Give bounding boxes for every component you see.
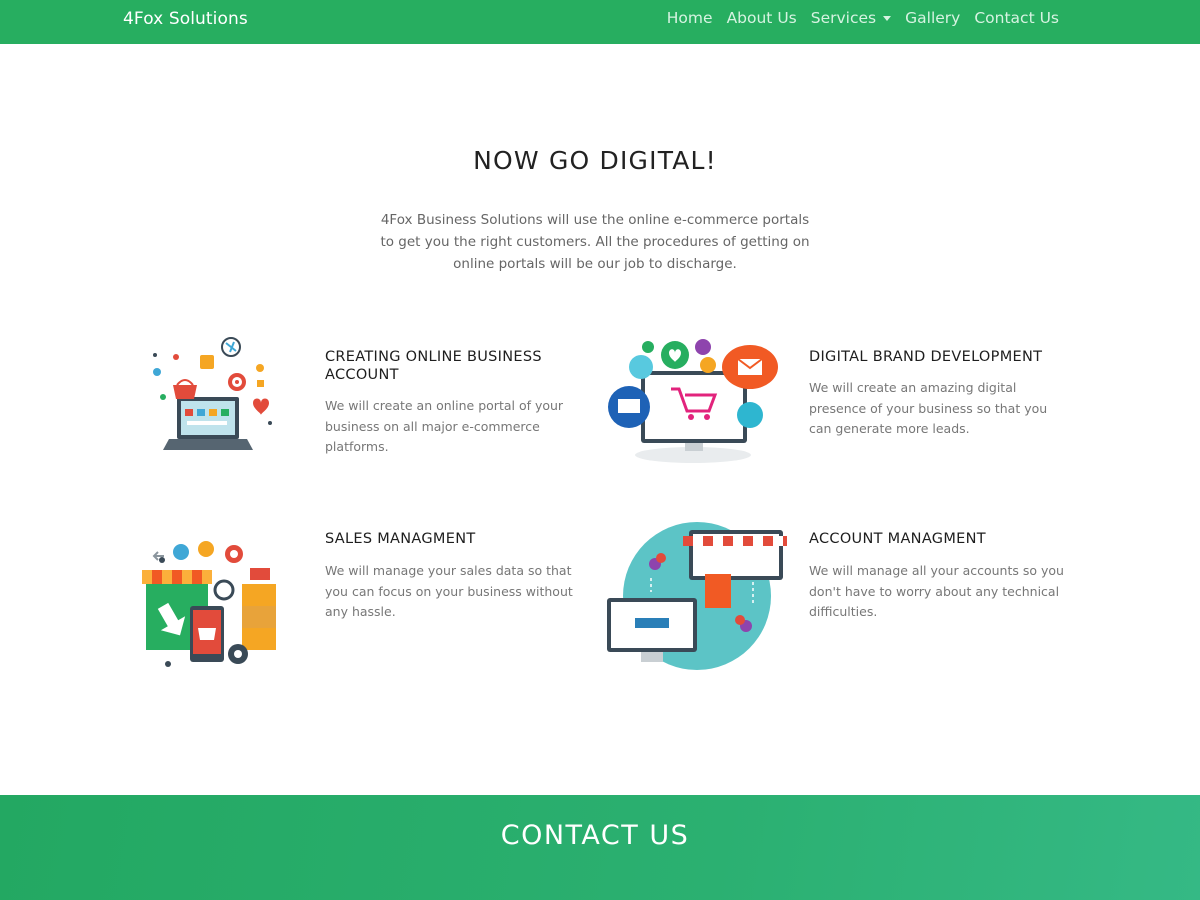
nav-link-home[interactable]: Home <box>667 9 713 27</box>
feature-description: We will manage all your accounts so you … <box>809 563 1064 619</box>
chevron-down-icon <box>883 16 892 21</box>
feature-title: SALES MANAGMENT <box>325 531 476 547</box>
hero-description: 4Fox Business Solutions will use the onl… <box>380 212 810 272</box>
feature-title: CREATING ONLINE BUSINESS ACCOUNT <box>325 349 542 383</box>
contact-section: CONTACT US <box>0 795 1200 900</box>
laptop-ecommerce-icon <box>153 337 272 450</box>
monitor-social-icon <box>608 339 778 463</box>
feature-description: We will create an amazing digital presen… <box>809 380 1048 436</box>
feature-description: We will manage your sales data so that y… <box>325 563 573 619</box>
contact-title: CONTACT US <box>500 820 690 851</box>
nav-link-contact-label: Contact Us <box>974 9 1059 27</box>
navbar: 4Fox Solutions Home About Us Services Ga… <box>0 0 1200 44</box>
store-sales-icon <box>142 541 276 667</box>
feature-description: We will create an online portal of your … <box>325 398 564 454</box>
nav-link-services[interactable]: Services <box>810 9 892 27</box>
nav-link-gallery[interactable]: Gallery <box>905 9 960 27</box>
brand-logo-text[interactable]: 4Fox Solutions <box>123 9 248 29</box>
feature-title: ACCOUNT MANAGMENT <box>809 531 986 547</box>
nav-link-gallery-label: Gallery <box>905 9 961 27</box>
nav-link-contact[interactable]: Contact Us <box>974 9 1059 27</box>
nav-link-about[interactable]: About Us <box>727 9 797 27</box>
page-title: NOW GO DIGITAL! <box>473 146 717 175</box>
feature-title: DIGITAL BRAND DEVELOPMENT <box>809 349 1043 365</box>
nav-link-services-label: Services <box>810 9 877 27</box>
nav-link-about-label: About Us <box>726 9 797 27</box>
nav-link-home-label: Home <box>666 9 713 27</box>
nav-menu: Home About Us Services Gallery Contact U… <box>653 9 1059 27</box>
shop-network-icon <box>607 522 787 670</box>
